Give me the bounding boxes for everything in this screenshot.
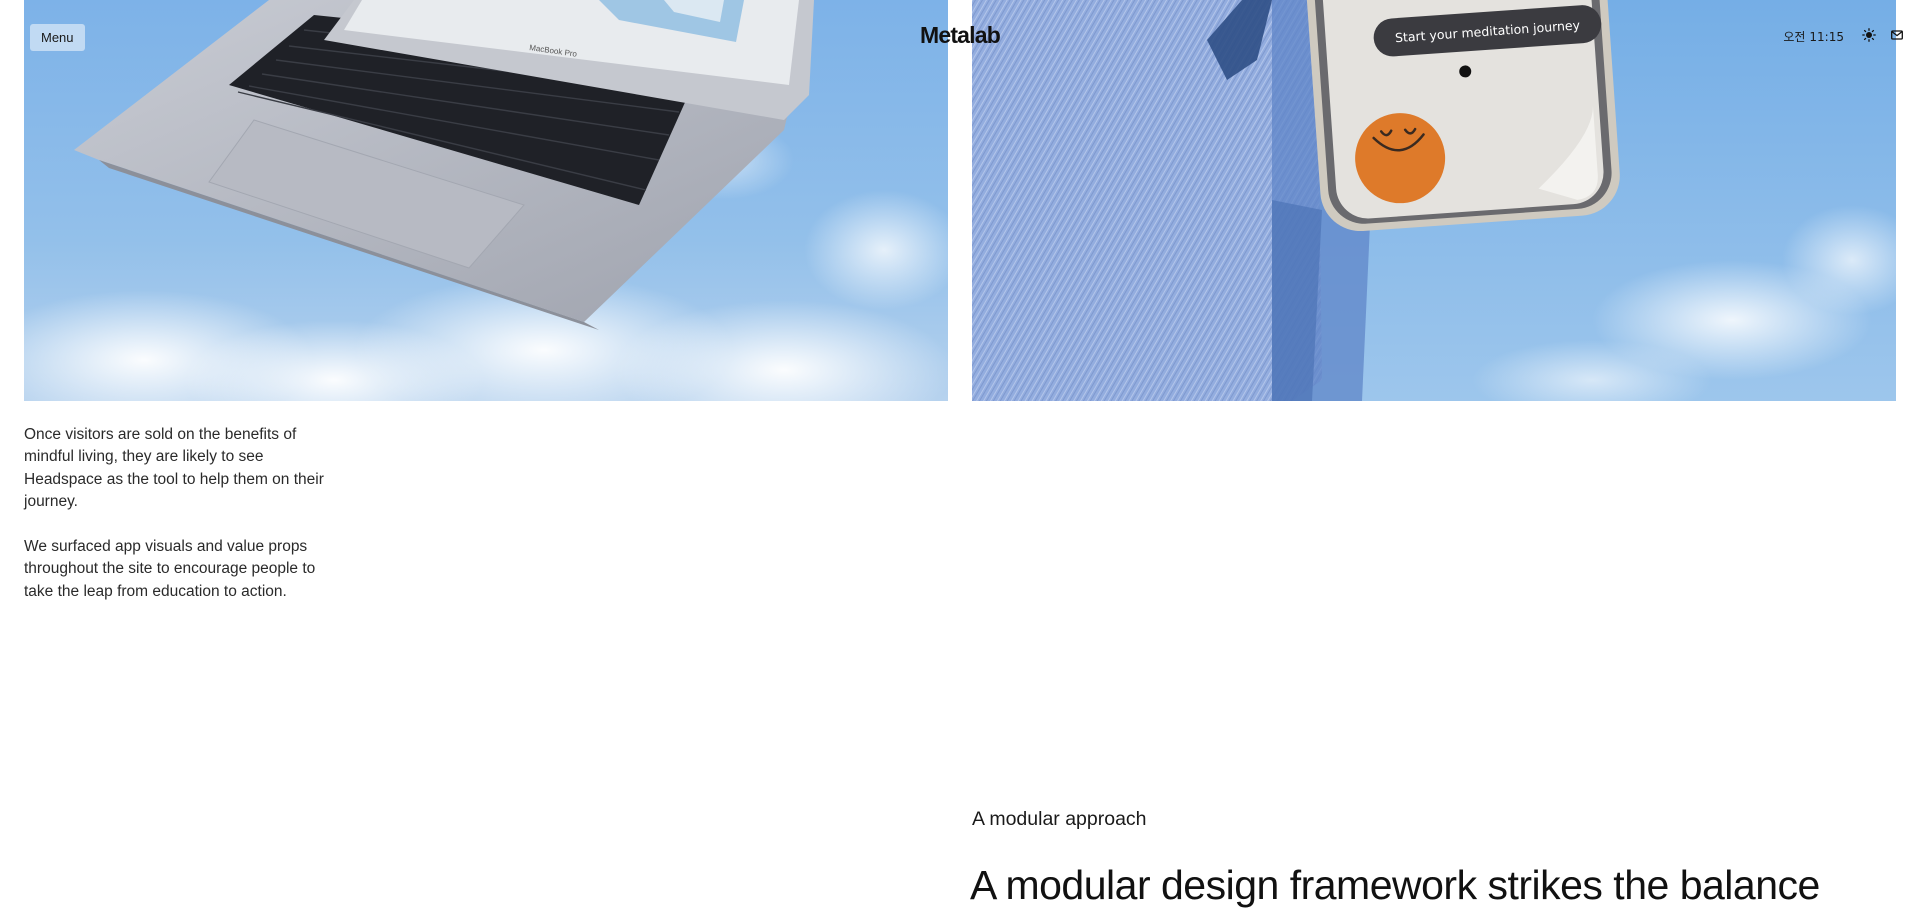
sun-icon: [1862, 28, 1876, 42]
theme-toggle-button[interactable]: [1858, 24, 1880, 46]
clock-time: 11:15: [1809, 30, 1844, 44]
copy-paragraph-2: We surfaced app visuals and value props …: [24, 538, 316, 600]
contact-button[interactable]: [1886, 24, 1908, 46]
top-bar: Menu Metalab 오전 11:15: [0, 0, 1920, 72]
mail-icon: [1891, 30, 1903, 40]
case-study-copy: Once visitors are sold on the benefits o…: [24, 424, 324, 626]
page: Menu Metalab 오전 11:15 MacBook Pro Start …: [0, 0, 1920, 919]
menu-button[interactable]: Menu: [30, 24, 85, 51]
clock-period: 오전: [1783, 30, 1806, 44]
site-logo[interactable]: Metalab: [0, 22, 1920, 49]
section-headline: A modular design framework strikes the b…: [970, 862, 1820, 908]
section-label: A modular approach: [972, 808, 1147, 830]
local-time: 오전 11:15: [1783, 28, 1844, 45]
copy-paragraph-1: Once visitors are sold on the benefits o…: [24, 426, 324, 510]
